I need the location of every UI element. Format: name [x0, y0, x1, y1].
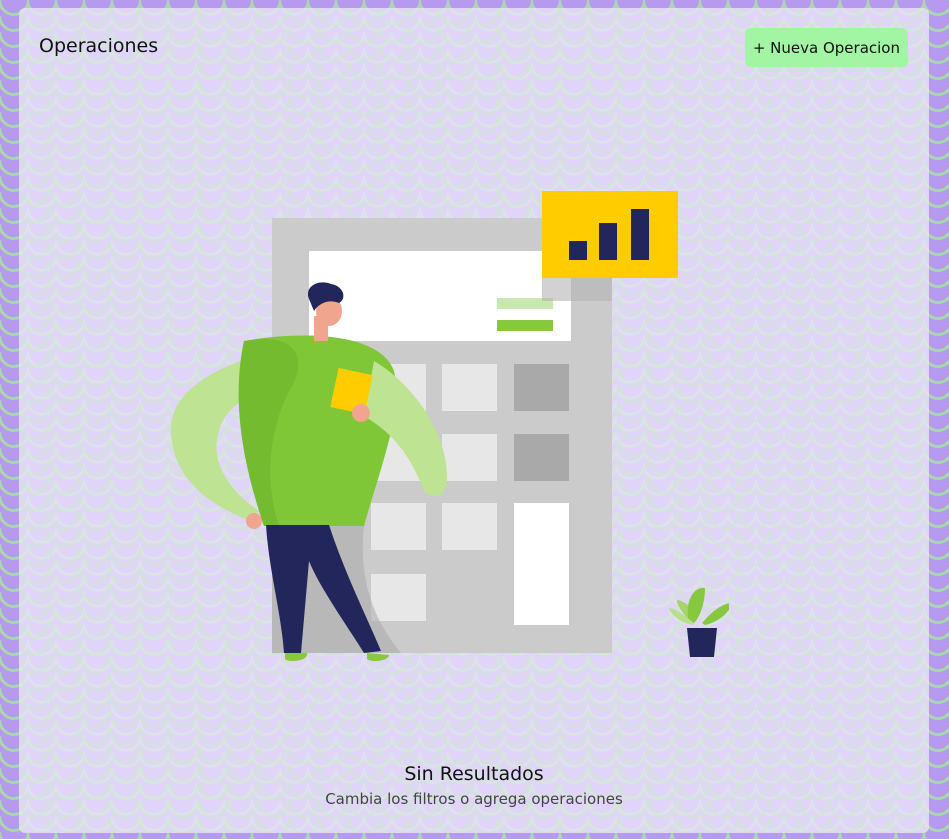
- operations-panel: Operaciones + Nueva Operacion Sin Result…: [19, 8, 929, 833]
- empty-state-subtitle: Cambia los filtros o agrega operaciones: [325, 790, 623, 808]
- page-title: Operaciones: [39, 35, 159, 57]
- empty-state-title: Sin Resultados: [404, 763, 544, 785]
- calculator-person-illustration: [170, 191, 729, 661]
- new-operation-button[interactable]: + Nueva Operacion: [744, 28, 908, 67]
